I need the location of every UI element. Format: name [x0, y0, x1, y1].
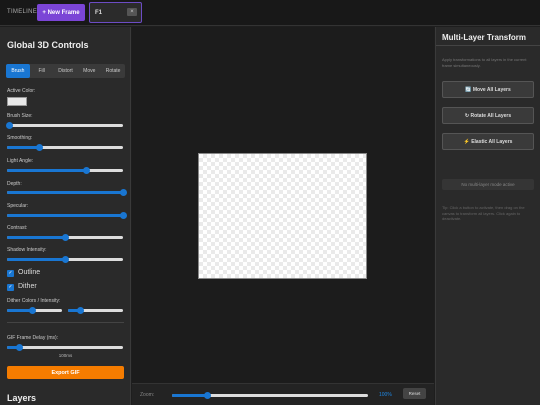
multi-layer-status: No multi-layer mode active: [442, 179, 534, 190]
tab-distort[interactable]: Distort: [54, 64, 78, 78]
tab-brush[interactable]: Brush: [6, 64, 30, 78]
divider: [436, 45, 540, 46]
multi-layer-description: Apply transformations to all layers in t…: [442, 57, 527, 68]
light-angle-slider[interactable]: [7, 167, 123, 174]
dither-intensity-slider[interactable]: [68, 307, 123, 314]
multi-layer-title: Multi-Layer Transform: [442, 33, 527, 42]
dither-checkbox[interactable]: ✓: [7, 284, 14, 291]
zoom-slider[interactable]: [172, 392, 368, 399]
timeline-bar: TIMELINE + New Frame F1 ×: [0, 0, 540, 26]
canvas-area: Zoom: 100% Reset: [132, 27, 434, 405]
outline-checkbox[interactable]: ✓: [7, 270, 14, 277]
gif-delay-slider[interactable]: [7, 344, 123, 351]
tab-fill[interactable]: Fill: [30, 64, 54, 78]
multi-layer-panel: Multi-Layer Transform Apply transformati…: [435, 27, 540, 405]
tab-move[interactable]: Move: [77, 64, 101, 78]
dither-colors-label: Dither Colors / Intensity:: [7, 298, 61, 304]
global-controls-panel: Global 3D Controls Brush Fill Distort Mo…: [0, 27, 131, 405]
dither-colors-slider[interactable]: [7, 307, 62, 314]
zoom-label: Zoom:: [140, 392, 155, 398]
active-color-swatch[interactable]: [7, 97, 27, 106]
gif-delay-value: 100ms: [58, 353, 73, 358]
specular-label: Specular:: [7, 203, 29, 209]
drawing-canvas[interactable]: [198, 153, 367, 279]
contrast-slider[interactable]: [7, 234, 123, 241]
move-all-layers-button[interactable]: 🔄 Move All Layers: [442, 81, 534, 98]
light-angle-label: Light Angle:: [7, 158, 34, 164]
smoothing-slider[interactable]: [7, 144, 123, 151]
panel-title: Global 3D Controls: [7, 40, 89, 50]
dither-label: Dither: [18, 283, 37, 290]
outline-label: Outline: [18, 269, 41, 276]
gif-delay-label: GIF Frame Delay (ms):: [7, 335, 59, 341]
layers-title: Layers: [7, 393, 37, 403]
close-frame-icon[interactable]: ×: [127, 8, 137, 16]
frame-tab-f1[interactable]: F1 ×: [89, 2, 142, 23]
contrast-label: Contrast:: [7, 225, 28, 231]
smoothing-label: Smoothing:: [7, 135, 33, 141]
elastic-all-layers-button[interactable]: ⚡ Elastic All Layers: [442, 133, 534, 150]
active-color-label: Active Color:: [7, 88, 36, 94]
tab-rotate[interactable]: Rotate: [101, 64, 125, 78]
tool-tabs: Brush Fill Distort Move Rotate: [6, 64, 125, 78]
frame-tab-label: F1: [95, 10, 103, 16]
brush-size-label: Brush Size:: [7, 113, 33, 119]
brush-size-slider[interactable]: [6, 122, 123, 129]
zoom-bar: Zoom: 100% Reset: [132, 383, 434, 405]
specular-slider[interactable]: [7, 212, 127, 219]
depth-label: Depth:: [7, 181, 22, 187]
multi-layer-tip: Tip: Click a button to activate, then dr…: [442, 205, 525, 221]
divider: [7, 322, 124, 323]
new-frame-button[interactable]: + New Frame: [37, 4, 85, 21]
export-gif-button[interactable]: Export GIF: [7, 366, 124, 379]
shadow-intensity-slider[interactable]: [7, 256, 123, 263]
rotate-all-layers-button[interactable]: ↻ Rotate All Layers: [442, 107, 534, 124]
reset-zoom-button[interactable]: Reset: [403, 388, 426, 399]
depth-slider[interactable]: [7, 189, 127, 196]
timeline-label: TIMELINE: [7, 9, 38, 15]
shadow-intensity-label: Shadow Intensity:: [7, 247, 47, 253]
zoom-value: 100%: [379, 392, 392, 398]
